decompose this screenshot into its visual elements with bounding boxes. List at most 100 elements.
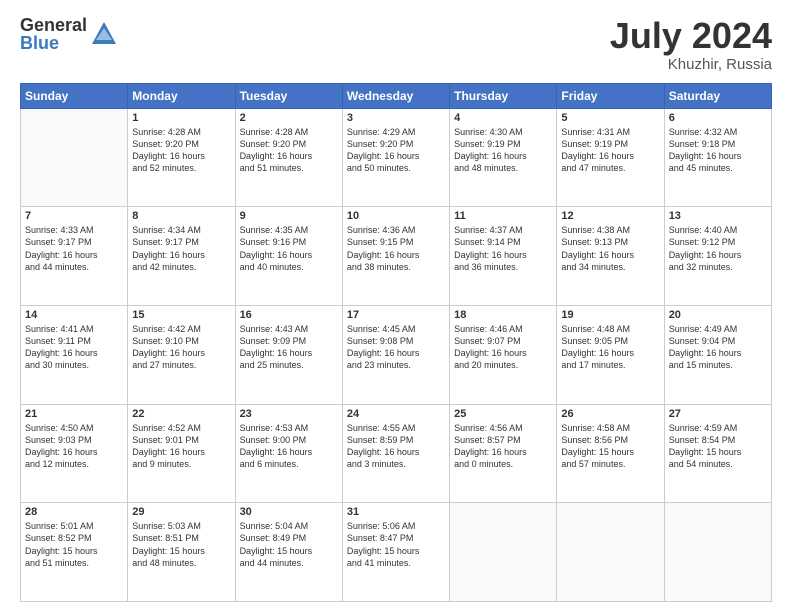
header: General Blue July 2024 Khuzhir, Russia	[20, 16, 772, 73]
day-number: 24	[347, 408, 445, 420]
calendar-cell: 17 Sunrise: 4:45 AM Sunset: 9:08 PM Dayli…	[342, 305, 449, 404]
calendar-week-1: 7 Sunrise: 4:33 AM Sunset: 9:17 PM Daylig…	[21, 207, 772, 306]
calendar-cell: 10 Sunrise: 4:36 AM Sunset: 9:15 PM Dayli…	[342, 207, 449, 306]
day-info: Sunrise: 4:28 AM Sunset: 9:20 PM Dayligh…	[240, 126, 338, 175]
calendar-cell	[21, 108, 128, 207]
day-number: 18	[454, 309, 552, 321]
day-info: Sunrise: 4:53 AM Sunset: 9:00 PM Dayligh…	[240, 422, 338, 471]
day-number: 20	[669, 309, 767, 321]
calendar-table: SundayMondayTuesdayWednesdayThursdayFrid…	[20, 83, 772, 602]
day-number: 31	[347, 506, 445, 518]
calendar-cell: 29 Sunrise: 5:03 AM Sunset: 8:51 PM Dayli…	[128, 503, 235, 602]
calendar-cell: 18 Sunrise: 4:46 AM Sunset: 9:07 PM Dayli…	[450, 305, 557, 404]
day-info: Sunrise: 4:32 AM Sunset: 9:18 PM Dayligh…	[669, 126, 767, 175]
logo-text: General Blue	[20, 16, 87, 52]
day-number: 23	[240, 408, 338, 420]
calendar-header-row: SundayMondayTuesdayWednesdayThursdayFrid…	[21, 83, 772, 108]
calendar-cell: 31 Sunrise: 5:06 AM Sunset: 8:47 PM Dayli…	[342, 503, 449, 602]
title-block: July 2024 Khuzhir, Russia	[610, 16, 772, 73]
calendar-cell: 5 Sunrise: 4:31 AM Sunset: 9:19 PM Daylig…	[557, 108, 664, 207]
calendar-cell	[450, 503, 557, 602]
calendar-cell	[557, 503, 664, 602]
column-header-friday: Friday	[557, 83, 664, 108]
day-info: Sunrise: 4:37 AM Sunset: 9:14 PM Dayligh…	[454, 224, 552, 273]
title-location: Khuzhir, Russia	[610, 56, 772, 73]
day-info: Sunrise: 4:42 AM Sunset: 9:10 PM Dayligh…	[132, 323, 230, 372]
day-number: 28	[25, 506, 123, 518]
day-info: Sunrise: 4:33 AM Sunset: 9:17 PM Dayligh…	[25, 224, 123, 273]
day-info: Sunrise: 4:30 AM Sunset: 9:19 PM Dayligh…	[454, 126, 552, 175]
logo-icon	[90, 20, 118, 48]
day-info: Sunrise: 4:58 AM Sunset: 8:56 PM Dayligh…	[561, 422, 659, 471]
day-info: Sunrise: 4:36 AM Sunset: 9:15 PM Dayligh…	[347, 224, 445, 273]
column-header-sunday: Sunday	[21, 83, 128, 108]
calendar-cell: 19 Sunrise: 4:48 AM Sunset: 9:05 PM Dayli…	[557, 305, 664, 404]
calendar-cell: 26 Sunrise: 4:58 AM Sunset: 8:56 PM Dayli…	[557, 404, 664, 503]
day-info: Sunrise: 4:50 AM Sunset: 9:03 PM Dayligh…	[25, 422, 123, 471]
calendar-cell: 8Sunrise: 4:34 AM Sunset: 9:17 PM Daylig…	[128, 207, 235, 306]
day-info: Sunrise: 4:55 AM Sunset: 8:59 PM Dayligh…	[347, 422, 445, 471]
calendar-cell: 30Sunrise: 5:04 AM Sunset: 8:49 PM Dayli…	[235, 503, 342, 602]
calendar-week-0: 1 Sunrise: 4:28 AM Sunset: 9:20 PM Daylig…	[21, 108, 772, 207]
day-info: Sunrise: 4:34 AM Sunset: 9:17 PM Dayligh…	[132, 224, 230, 273]
calendar-cell: 1 Sunrise: 4:28 AM Sunset: 9:20 PM Daylig…	[128, 108, 235, 207]
calendar-cell: 22Sunrise: 4:52 AM Sunset: 9:01 PM Dayli…	[128, 404, 235, 503]
day-info: Sunrise: 4:41 AM Sunset: 9:11 PM Dayligh…	[25, 323, 123, 372]
calendar-cell: 4Sunrise: 4:30 AM Sunset: 9:19 PM Daylig…	[450, 108, 557, 207]
day-number: 16	[240, 309, 338, 321]
column-header-saturday: Saturday	[664, 83, 771, 108]
calendar-week-4: 28 Sunrise: 5:01 AM Sunset: 8:52 PM Dayli…	[21, 503, 772, 602]
day-info: Sunrise: 4:31 AM Sunset: 9:19 PM Dayligh…	[561, 126, 659, 175]
day-number: 15	[132, 309, 230, 321]
calendar-cell: 6Sunrise: 4:32 AM Sunset: 9:18 PM Daylig…	[664, 108, 771, 207]
day-info: Sunrise: 4:35 AM Sunset: 9:16 PM Dayligh…	[240, 224, 338, 273]
column-header-tuesday: Tuesday	[235, 83, 342, 108]
calendar-cell	[664, 503, 771, 602]
day-number: 17	[347, 309, 445, 321]
calendar-cell: 21 Sunrise: 4:50 AM Sunset: 9:03 PM Dayli…	[21, 404, 128, 503]
day-info: Sunrise: 4:29 AM Sunset: 9:20 PM Dayligh…	[347, 126, 445, 175]
day-number: 29	[132, 506, 230, 518]
day-number: 3	[347, 112, 445, 124]
day-number: 26	[561, 408, 659, 420]
day-number: 19	[561, 309, 659, 321]
calendar-cell: 11Sunrise: 4:37 AM Sunset: 9:14 PM Dayli…	[450, 207, 557, 306]
logo-general: General	[20, 16, 87, 34]
column-header-monday: Monday	[128, 83, 235, 108]
day-number: 12	[561, 210, 659, 222]
day-info: Sunrise: 4:28 AM Sunset: 9:20 PM Dayligh…	[132, 126, 230, 175]
page: General Blue July 2024 Khuzhir, Russia S…	[0, 0, 792, 612]
day-number: 21	[25, 408, 123, 420]
day-info: Sunrise: 5:06 AM Sunset: 8:47 PM Dayligh…	[347, 520, 445, 569]
logo: General Blue	[20, 16, 118, 52]
calendar-cell: 27Sunrise: 4:59 AM Sunset: 8:54 PM Dayli…	[664, 404, 771, 503]
day-number: 10	[347, 210, 445, 222]
calendar-cell: 24 Sunrise: 4:55 AM Sunset: 8:59 PM Dayli…	[342, 404, 449, 503]
calendar-week-3: 21 Sunrise: 4:50 AM Sunset: 9:03 PM Dayli…	[21, 404, 772, 503]
calendar-cell: 20Sunrise: 4:49 AM Sunset: 9:04 PM Dayli…	[664, 305, 771, 404]
day-info: Sunrise: 4:48 AM Sunset: 9:05 PM Dayligh…	[561, 323, 659, 372]
calendar-cell: 15 Sunrise: 4:42 AM Sunset: 9:10 PM Dayli…	[128, 305, 235, 404]
day-number: 5	[561, 112, 659, 124]
logo-blue: Blue	[20, 34, 87, 52]
day-info: Sunrise: 5:01 AM Sunset: 8:52 PM Dayligh…	[25, 520, 123, 569]
calendar-week-2: 14 Sunrise: 4:41 AM Sunset: 9:11 PM Dayli…	[21, 305, 772, 404]
calendar-cell: 12 Sunrise: 4:38 AM Sunset: 9:13 PM Dayli…	[557, 207, 664, 306]
day-number: 25	[454, 408, 552, 420]
day-number: 2	[240, 112, 338, 124]
day-number: 7	[25, 210, 123, 222]
day-info: Sunrise: 4:40 AM Sunset: 9:12 PM Dayligh…	[669, 224, 767, 273]
day-number: 14	[25, 309, 123, 321]
column-header-wednesday: Wednesday	[342, 83, 449, 108]
day-number: 1	[132, 112, 230, 124]
calendar-cell: 9Sunrise: 4:35 AM Sunset: 9:16 PM Daylig…	[235, 207, 342, 306]
day-number: 22	[132, 408, 230, 420]
calendar-cell: 7 Sunrise: 4:33 AM Sunset: 9:17 PM Daylig…	[21, 207, 128, 306]
day-info: Sunrise: 4:43 AM Sunset: 9:09 PM Dayligh…	[240, 323, 338, 372]
day-info: Sunrise: 4:38 AM Sunset: 9:13 PM Dayligh…	[561, 224, 659, 273]
column-header-thursday: Thursday	[450, 83, 557, 108]
day-info: Sunrise: 5:03 AM Sunset: 8:51 PM Dayligh…	[132, 520, 230, 569]
calendar-cell: 14 Sunrise: 4:41 AM Sunset: 9:11 PM Dayli…	[21, 305, 128, 404]
day-info: Sunrise: 4:45 AM Sunset: 9:08 PM Dayligh…	[347, 323, 445, 372]
day-info: Sunrise: 4:46 AM Sunset: 9:07 PM Dayligh…	[454, 323, 552, 372]
